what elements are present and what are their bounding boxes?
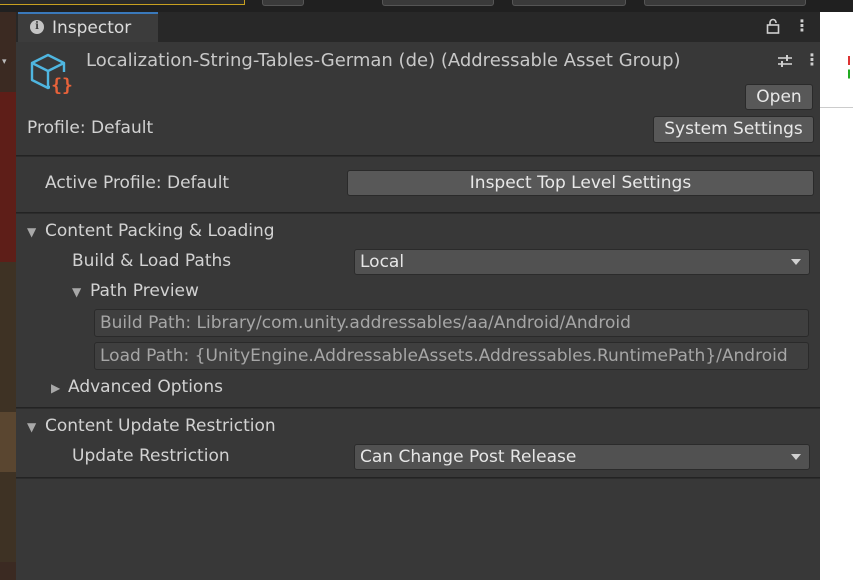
load-path-field: Load Path: {UnityEngine.AddressableAsset… xyxy=(94,342,809,370)
divider xyxy=(16,213,820,214)
divider xyxy=(16,478,820,479)
profile-label: Profile: Default xyxy=(27,118,154,138)
dropdown-arrow-icon xyxy=(791,259,801,265)
active-profile-label: Active Profile: Default xyxy=(45,173,230,193)
update-restriction-dropdown[interactable]: Can Change Post Release xyxy=(354,444,810,470)
kebab-menu-icon[interactable]: ⋮ xyxy=(794,16,810,35)
build-load-paths-label: Build & Load Paths xyxy=(72,251,232,271)
foldout-arrow-right-icon[interactable]: ▶ xyxy=(51,381,60,395)
scene-view-edge: ▾ xyxy=(0,12,16,580)
update-restriction-value: Can Change Post Release xyxy=(360,447,577,467)
foldout-arrow-icon[interactable]: ▼ xyxy=(27,420,36,434)
build-load-paths-value: Local xyxy=(360,252,405,272)
toolbar-button[interactable] xyxy=(512,0,626,6)
play-mode-highlight xyxy=(0,0,245,5)
preset-sliders-icon[interactable] xyxy=(777,53,793,73)
foldout-arrow-icon[interactable]: ▼ xyxy=(72,285,81,299)
divider xyxy=(16,156,820,157)
tab-inspector[interactable]: i Inspector xyxy=(18,12,158,42)
divider xyxy=(16,408,820,409)
addressable-group-icon: {} xyxy=(28,50,76,98)
content-packing-header[interactable]: Content Packing & Loading xyxy=(45,221,275,241)
inspect-top-level-settings-button[interactable]: Inspect Top Level Settings xyxy=(347,170,814,196)
advanced-options-header[interactable]: Advanced Options xyxy=(68,377,223,397)
lock-icon[interactable] xyxy=(766,18,780,38)
build-path-field: Build Path: Library/com.unity.addressabl… xyxy=(94,309,809,337)
tab-inspector-label: Inspector xyxy=(52,18,132,38)
asset-title: Localization-String-Tables-German (de) (… xyxy=(86,50,681,71)
top-toolbar-strip xyxy=(0,0,853,12)
info-icon: i xyxy=(30,20,44,34)
header-kebab-icon[interactable]: ⋮ xyxy=(804,50,820,69)
dropdown-arrow-icon xyxy=(791,454,801,460)
adjacent-window-edge xyxy=(820,12,853,580)
open-button[interactable]: Open xyxy=(745,84,813,110)
scene-dropdown-arrow-icon: ▾ xyxy=(2,57,7,67)
content-update-header[interactable]: Content Update Restriction xyxy=(45,416,276,436)
toolbar-button[interactable] xyxy=(262,0,304,6)
build-load-paths-dropdown[interactable]: Local xyxy=(354,249,810,275)
system-settings-button[interactable]: System Settings xyxy=(653,116,814,143)
svg-text:{}: {} xyxy=(51,75,73,96)
foldout-arrow-icon[interactable]: ▼ xyxy=(27,225,36,239)
path-preview-header[interactable]: Path Preview xyxy=(90,281,199,301)
toolbar-button[interactable] xyxy=(382,0,494,6)
update-restriction-label: Update Restriction xyxy=(72,446,230,466)
toolbar-button[interactable] xyxy=(644,0,806,6)
